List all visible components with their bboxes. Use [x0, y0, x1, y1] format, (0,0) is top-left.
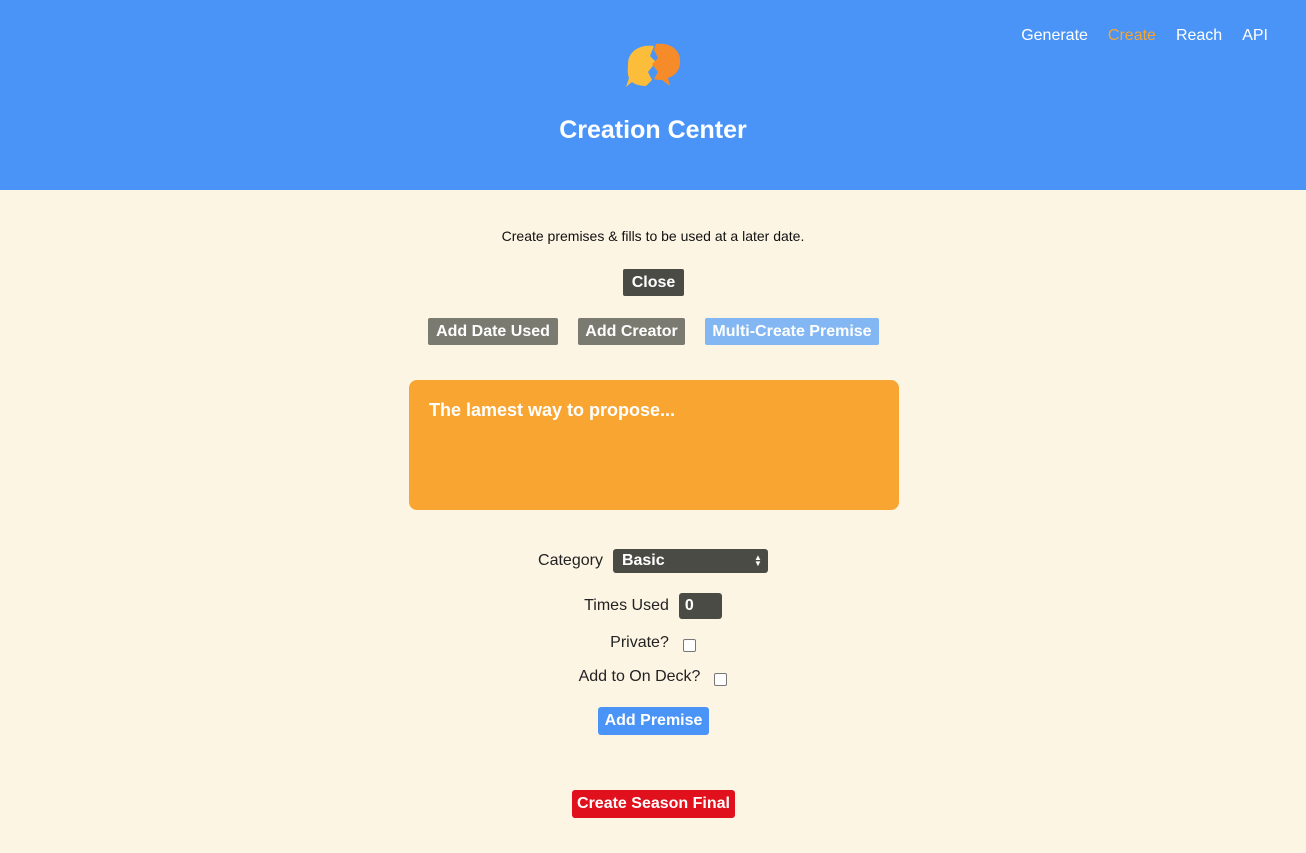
- create-season-final-button[interactable]: Create Season Final: [572, 790, 735, 818]
- times-used-label: Times Used: [584, 597, 669, 614]
- times-used-input[interactable]: 0: [678, 593, 722, 619]
- speech-bubbles-icon[interactable]: [624, 40, 684, 90]
- site-header: Creation Center Generate Create Reach AP…: [0, 0, 1306, 190]
- category-select[interactable]: Basic ▲ ▼: [612, 549, 768, 573]
- private-row: Private?: [0, 634, 1306, 652]
- add-creator-button[interactable]: Add Creator: [578, 318, 685, 345]
- times-used-row: Times Used 0: [0, 593, 1306, 619]
- intro-text: Create premises & fills to be used at a …: [501, 228, 805, 244]
- category-value: Basic: [621, 552, 665, 569]
- premise-input[interactable]: [409, 380, 899, 510]
- private-label: Private?: [610, 634, 669, 651]
- select-arrows-icon: ▲ ▼: [754, 553, 762, 568]
- category-row: Category Basic ▲ ▼: [0, 549, 1306, 573]
- nav-reach[interactable]: Reach: [1176, 27, 1222, 45]
- category-label: Category: [538, 552, 603, 569]
- nav-api[interactable]: API: [1242, 27, 1268, 45]
- on-deck-label: Add to On Deck?: [578, 668, 701, 685]
- nav-create[interactable]: Create: [1108, 27, 1156, 45]
- add-premise-button[interactable]: Add Premise: [598, 707, 709, 735]
- nav-generate[interactable]: Generate: [1021, 27, 1088, 45]
- add-date-used-button[interactable]: Add Date Used: [428, 318, 558, 345]
- multi-create-premise-button[interactable]: Multi-Create Premise: [705, 318, 879, 345]
- page-title: Creation Center: [559, 116, 747, 144]
- private-checkbox[interactable]: [682, 638, 696, 652]
- main-nav: Generate Create Reach API: [1021, 27, 1268, 45]
- close-button[interactable]: Close: [623, 269, 684, 296]
- on-deck-checkbox[interactable]: [714, 672, 728, 686]
- on-deck-row: Add to On Deck?: [0, 668, 1306, 686]
